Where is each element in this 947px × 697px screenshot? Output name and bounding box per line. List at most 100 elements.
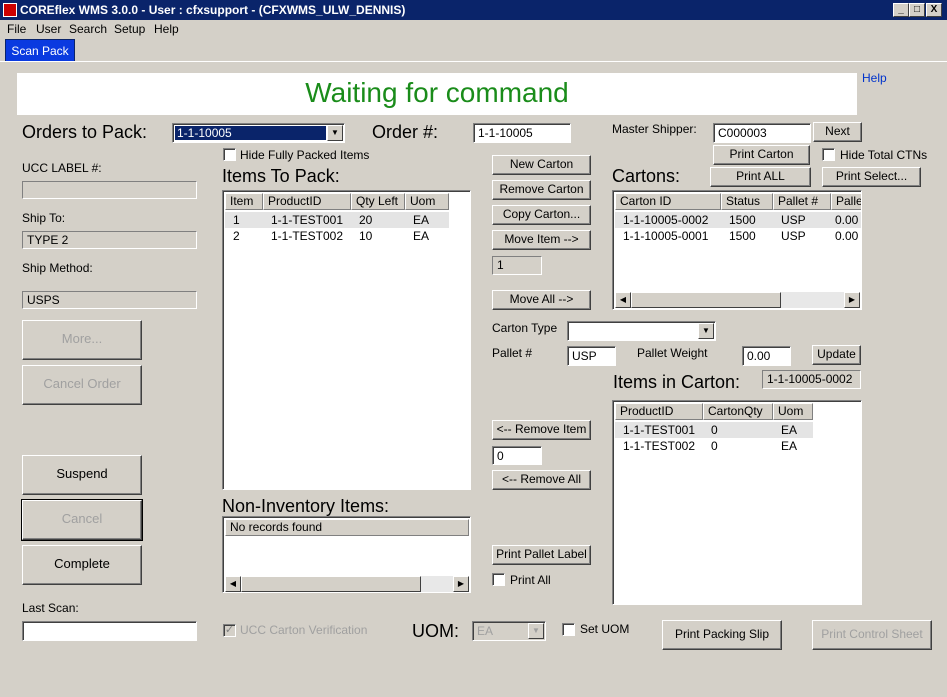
set-uom-checkbox[interactable]: [562, 623, 575, 636]
col-productid[interactable]: ProductID: [263, 193, 351, 210]
menu-file[interactable]: File: [7, 22, 26, 36]
cell-qty-left: 10: [359, 229, 373, 243]
non-inventory-grid[interactable]: No records found ◀ ▶: [222, 516, 471, 593]
items-to-pack-grid[interactable]: Item ProductID Qty Left Uom 1 1-1-TEST00…: [222, 190, 471, 490]
copy-carton-button[interactable]: Copy Carton...: [492, 205, 591, 225]
print-select-button[interactable]: Print Select...: [822, 167, 921, 187]
move-qty-field[interactable]: 1: [492, 256, 542, 275]
order-number-input[interactable]: 1-1-10005: [473, 123, 571, 143]
cell-uom: EA: [781, 439, 798, 453]
chevron-right-icon[interactable]: ▶: [453, 576, 469, 592]
cell-item: 1: [233, 213, 240, 227]
cartons-hscrollbar[interactable]: ◀ ▶: [615, 292, 860, 308]
ship-to-field: TYPE 2: [22, 231, 197, 249]
more-button[interactable]: More...: [22, 320, 142, 360]
pallet-weight-input[interactable]: 0.00: [742, 346, 791, 366]
cell-carton-qty: 0: [711, 423, 718, 437]
print-carton-button[interactable]: Print Carton: [713, 145, 810, 165]
cell-productid: 1-1-TEST001: [623, 423, 696, 437]
cartons-grid[interactable]: Carton ID Status Pallet # Pallet 1-1-100…: [612, 190, 862, 310]
orders-to-pack-select[interactable]: 1-1-10005 ▼: [172, 123, 345, 143]
scroll-thumb[interactable]: [241, 576, 421, 592]
remove-carton-button[interactable]: Remove Carton: [492, 180, 591, 200]
cell-carton-id: 1-1-10005-0001: [623, 229, 709, 243]
cell-pallet-weight: 0.00: [835, 229, 859, 243]
col-pallet-weight[interactable]: Pallet: [831, 193, 861, 210]
remove-qty-input[interactable]: 0: [492, 446, 542, 465]
scroll-thumb[interactable]: [631, 292, 781, 308]
tab-scan-pack[interactable]: Scan Pack: [5, 39, 75, 61]
table-row[interactable]: 1-1-10005-0001 1500 USP 0.00: [615, 228, 861, 244]
master-shipper-input[interactable]: C000003: [713, 123, 811, 143]
uom-select[interactable]: EA ▼: [472, 621, 546, 641]
cell-carton-qty: 0: [711, 439, 718, 453]
col-productid[interactable]: ProductID: [615, 403, 703, 420]
help-link[interactable]: Help: [862, 71, 887, 85]
orders-to-pack-value: 1-1-10005: [175, 126, 326, 140]
col-status[interactable]: Status: [721, 193, 773, 210]
no-records-text: No records found: [225, 519, 469, 536]
set-uom-label: Set UOM: [580, 622, 630, 636]
cancel-order-button[interactable]: Cancel Order: [22, 365, 142, 405]
maximize-button[interactable]: □: [909, 3, 925, 17]
menu-user[interactable]: User: [36, 22, 61, 36]
chevron-down-icon[interactable]: ▼: [528, 623, 544, 639]
col-uom[interactable]: Uom: [773, 403, 813, 420]
print-all-checkbox[interactable]: [492, 573, 505, 586]
col-uom[interactable]: Uom: [405, 193, 449, 210]
last-scan-label: Last Scan:: [22, 601, 79, 615]
non-inventory-title: Non-Inventory Items:: [222, 496, 390, 516]
move-all-button[interactable]: Move All -->: [492, 290, 591, 310]
menu-setup[interactable]: Setup: [114, 22, 145, 36]
minimize-button[interactable]: _: [893, 3, 909, 17]
print-control-sheet-button[interactable]: Print Control Sheet: [812, 620, 932, 650]
hide-fully-packed-checkbox[interactable]: [223, 148, 236, 161]
pallet-input[interactable]: USP: [567, 346, 616, 366]
cell-productid: 1-1-TEST001: [271, 213, 344, 227]
suspend-button[interactable]: Suspend: [22, 455, 142, 495]
menu-help[interactable]: Help: [154, 22, 179, 36]
print-pallet-label-button[interactable]: Print Pallet Label: [492, 545, 591, 565]
items-in-carton-id: 1-1-10005-0002: [762, 370, 861, 389]
chevron-right-icon[interactable]: ▶: [844, 292, 860, 308]
menu-search[interactable]: Search: [69, 22, 107, 36]
chevron-left-icon[interactable]: ◀: [615, 292, 631, 308]
chevron-down-icon[interactable]: ▼: [698, 323, 714, 339]
new-carton-button[interactable]: New Carton: [492, 155, 591, 175]
update-button[interactable]: Update: [812, 345, 861, 365]
cartons-title: Cartons:: [612, 166, 681, 186]
chevron-down-icon[interactable]: ▼: [327, 125, 343, 141]
print-packing-slip-button[interactable]: Print Packing Slip: [662, 620, 782, 650]
next-button[interactable]: Next: [813, 122, 862, 142]
last-scan-input[interactable]: [22, 621, 197, 641]
carton-type-select[interactable]: ▼: [567, 321, 716, 341]
print-all-cartons-button[interactable]: Print ALL: [710, 167, 811, 187]
cell-pallet-weight: 0.00: [835, 213, 859, 227]
master-shipper-label: Master Shipper:: [612, 122, 697, 136]
items-in-carton-grid[interactable]: ProductID CartonQty Uom 1-1-TEST001 0 EA…: [612, 400, 862, 605]
chevron-left-icon[interactable]: ◀: [225, 576, 241, 592]
ucc-verification-label: UCC Carton Verification: [240, 623, 368, 637]
remove-item-button[interactable]: <-- Remove Item: [492, 420, 591, 440]
move-item-button[interactable]: Move Item -->: [492, 230, 591, 250]
hide-total-ctns-checkbox[interactable]: [822, 148, 835, 161]
items-to-pack-title: Items To Pack:: [222, 166, 340, 186]
non-inventory-hscrollbar[interactable]: ◀ ▶: [225, 576, 469, 592]
table-row[interactable]: 1 1-1-TEST001 20 EA: [225, 212, 449, 228]
col-qty-left[interactable]: Qty Left: [351, 193, 405, 210]
col-carton-qty[interactable]: CartonQty: [703, 403, 773, 420]
complete-button[interactable]: Complete: [22, 545, 142, 585]
table-row[interactable]: 1-1-TEST001 0 EA: [615, 422, 813, 438]
remove-all-button[interactable]: <-- Remove All: [492, 470, 591, 490]
table-row[interactable]: 2 1-1-TEST002 10 EA: [225, 228, 449, 244]
table-row[interactable]: 1-1-10005-0002 1500 USP 0.00: [615, 212, 861, 228]
uom-label: UOM:: [412, 621, 459, 641]
close-button[interactable]: X: [926, 3, 942, 17]
cell-productid: 1-1-TEST002: [623, 439, 696, 453]
col-item[interactable]: Item: [225, 193, 263, 210]
ucc-verification-checkbox[interactable]: ✓: [223, 624, 236, 637]
table-row[interactable]: 1-1-TEST002 0 EA: [615, 438, 813, 454]
cancel-button[interactable]: Cancel: [21, 499, 143, 541]
col-pallet-number[interactable]: Pallet #: [773, 193, 831, 210]
col-carton-id[interactable]: Carton ID: [615, 193, 721, 210]
